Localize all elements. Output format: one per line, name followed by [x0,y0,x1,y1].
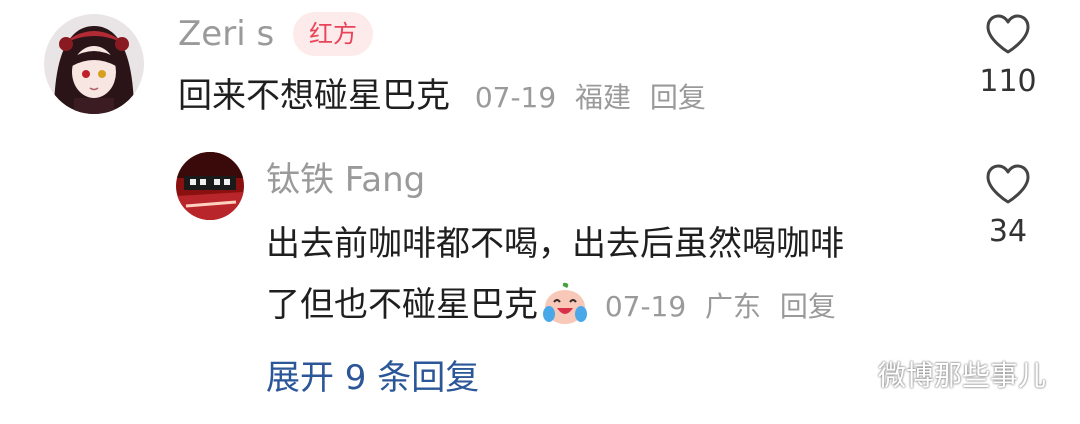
heart-icon [986,14,1030,54]
comment-date: 07-19 [474,81,557,114]
like-count: 110 [979,64,1037,99]
avatar-image [44,14,144,114]
heart-icon [986,164,1030,204]
comment-location: 福建 [575,81,632,114]
user-badge: 红方 [293,12,373,56]
reply-text: 了但也不碰星巴克 [266,285,538,325]
reply-button[interactable]: 回复 [650,81,706,114]
comment-text-line: 回来不想碰星巴克 07-19 福建 回复 [178,74,706,120]
reply-location: 广东 [705,290,762,323]
wechat-icon [832,359,871,390]
avatar-zeri[interactable] [44,14,144,114]
watermark: 微博那些事儿 [832,356,1046,396]
reply-text-line-2: 了但也不碰星巴克 07-19 广东 回复 [266,282,836,337]
expand-replies-button[interactable]: 展开 9 条回复 [266,356,479,400]
comment-text: 回来不想碰星巴克 [178,76,450,116]
avatar-fang[interactable] [176,152,244,220]
like-button[interactable]: 110 [968,14,1048,99]
avatar-image [176,152,244,220]
watermark-text: 微博那些事儿 [877,359,1046,392]
reply-text-line-1: 出去前咖啡都不喝，出去后虽然喝咖啡 [266,224,844,264]
reply-date: 07-19 [604,290,687,323]
crying-laughing-face-icon [542,282,588,337]
reply-reply-button[interactable]: 回复 [780,290,836,323]
comment-username[interactable]: Zeri s [178,14,274,54]
reply-like-count: 34 [988,214,1028,249]
reply-like-button[interactable]: 34 [968,164,1048,249]
reply-username[interactable]: 钛铁 Fang [266,160,425,200]
